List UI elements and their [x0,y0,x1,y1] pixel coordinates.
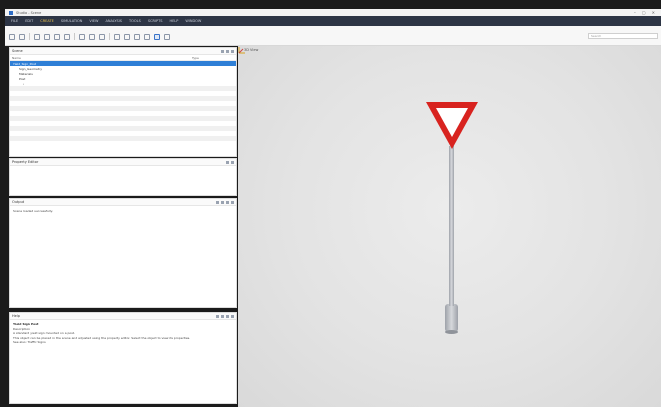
panel-menu-icon[interactable] [231,200,234,204]
copy-icon[interactable] [226,200,229,204]
empty-row [10,136,236,141]
viewport-3d[interactable]: 3D View [238,46,661,407]
tree-item-label: Sign_Geometry [19,66,43,71]
scene-render [426,102,478,334]
toolbar-divider [74,33,75,40]
filter-icon[interactable] [221,49,224,53]
menu-window[interactable]: WINDOW [185,19,201,23]
scene-panel-title: Scene [12,49,23,53]
toolbar-tools [9,33,170,40]
menu-edit[interactable]: EDIT [25,19,33,23]
undo-icon[interactable] [9,33,15,40]
output-panel: Output Scene loaded successfully. [9,198,237,308]
help-panel-title: Help [12,314,20,318]
tree-item-label: Yield_Sign_Post [13,61,36,66]
scene-panel: Scene Name Type Yield_Sign_Post Sign_Geo… [9,47,237,157]
toolbar-divider [109,33,110,40]
grid-icon[interactable] [89,33,95,40]
menu-simulation[interactable]: SIMULATION [61,19,83,23]
scale-icon[interactable] [64,33,70,40]
property-panel-actions [226,160,234,164]
yield-sign[interactable] [426,102,478,149]
window-controls: – ▢ ✕ [634,9,655,16]
post-base[interactable] [445,304,458,334]
column-type[interactable]: Type [192,56,199,60]
minimize-button[interactable]: – [634,9,636,16]
render-mode-icon[interactable] [154,33,160,40]
property-panel-title: Property Editor [12,160,39,164]
output-panel-actions [216,200,234,204]
clear-icon[interactable] [221,200,224,204]
panel-menu-icon[interactable] [231,49,234,53]
fit-view-icon[interactable] [134,33,140,40]
menu-help[interactable]: HELP [169,19,178,23]
home-icon[interactable] [226,314,229,318]
toolbar-divider [29,33,30,40]
output-panel-header: Output [10,199,236,206]
window-title: Studio - Scene [16,10,42,15]
title-bar: Studio - Scene – ▢ ✕ [5,9,661,16]
property-panel: Property Editor [9,158,237,196]
property-panel-header: Property Editor [10,159,236,166]
panel-menu-icon[interactable] [231,314,234,318]
output-panel-title: Output [12,200,25,204]
add-icon[interactable] [226,49,229,53]
sign-pole[interactable] [449,146,454,306]
scene-panel-actions [221,49,234,53]
help-panel-header: Help [10,313,236,320]
snap-icon[interactable] [79,33,85,40]
filter-icon[interactable] [216,200,219,204]
output-log: Scene loaded successfully. [10,206,236,216]
chevron-right-icon: › [23,81,25,86]
zoom-out-icon[interactable] [124,33,130,40]
menu-create[interactable]: CREATE [40,19,54,23]
lock-icon[interactable] [226,160,229,164]
help-panel: Help Yield Sign Post Description A stand… [9,312,237,404]
log-message: Scene loaded successfully. [13,209,53,213]
measure-icon[interactable] [144,33,150,40]
tree-item-label: Post [19,76,26,81]
forward-icon[interactable] [221,314,224,318]
redo-icon[interactable] [19,33,25,40]
menu-analysis[interactable]: ANALYSIS [106,19,123,23]
select-icon[interactable] [34,33,40,40]
rotate-icon[interactable] [54,33,60,40]
camera-icon[interactable] [99,33,105,40]
menu-file[interactable]: FILE [11,19,18,23]
menu-scripts[interactable]: SCRIPTS [148,19,163,23]
menu-bar: FILE EDIT CREATE SIMULATION VIEW ANALYSI… [5,16,661,26]
close-button[interactable]: ✕ [652,9,655,16]
panel-menu-icon[interactable] [231,160,234,164]
help-content: Yield Sign Post Description A standard y… [10,320,236,347]
zoom-in-icon[interactable] [114,33,120,40]
app-logo-icon [9,10,13,15]
settings-icon[interactable] [164,33,170,40]
back-icon[interactable] [216,314,219,318]
help-panel-actions [216,314,234,318]
menu-view[interactable]: VIEW [89,19,98,23]
column-name[interactable]: Name [12,56,192,60]
scene-panel-header: Scene [10,48,236,55]
maximize-button[interactable]: ▢ [642,9,646,16]
menu-tools[interactable]: TOOLS [129,19,141,23]
axis-gizmo-icon[interactable] [238,46,246,54]
tree-item-label: Materials [19,71,33,76]
search-input[interactable]: Search [588,33,658,39]
main-toolbar: Search [5,26,661,46]
help-link[interactable]: See also: Traffic Signs [13,340,233,345]
move-icon[interactable] [44,33,50,40]
